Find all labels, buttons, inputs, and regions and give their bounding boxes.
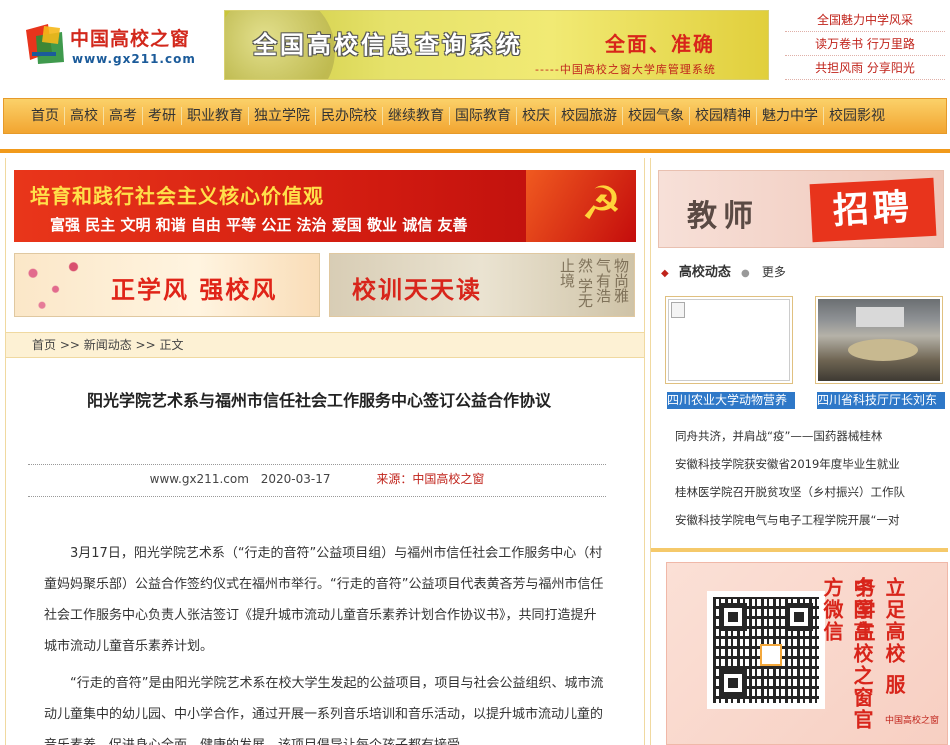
- site-logo[interactable]: 中国高校之窗 www.gx211.com: [22, 20, 207, 72]
- core-values-title: 培育和践行社会主义核心价值观: [30, 184, 324, 208]
- article-date: 2020-03-17: [260, 472, 331, 486]
- logo-mark-icon: [26, 24, 64, 64]
- nav-campus-weather[interactable]: 校园气象: [623, 107, 690, 125]
- top-link-read-travel[interactable]: 读万卷书 行万里路: [785, 32, 945, 56]
- nav-independent[interactable]: 独立学院: [249, 107, 316, 125]
- teacher-recruit-banner[interactable]: 教师 招聘: [658, 170, 944, 248]
- meeting-photo: [818, 299, 940, 381]
- title-divider: [28, 464, 606, 465]
- school-motto-title: 校训天天读: [352, 276, 482, 304]
- nav-universities[interactable]: 高校: [65, 107, 104, 125]
- nav-charm-middle[interactable]: 魅力中学: [757, 107, 824, 125]
- top-links: 全国魅力中学风采 读万卷书 行万里路 共担风雨 分享阳光: [785, 8, 945, 80]
- qr-finder: [719, 603, 747, 631]
- core-values-banner[interactable]: 培育和践行社会主义核心价值观 富强 民主 文明 和谐 自由 平等 公正 法治 爱…: [14, 170, 636, 242]
- banner-title: 全国高校信息查询系统: [253, 31, 523, 59]
- plum-blossom-graphic: [15, 254, 105, 316]
- study-style-banner[interactable]: 正学风 强校风: [14, 253, 320, 317]
- list-item[interactable]: 安徽科技学院获安徽省2019年度毕业生就业: [675, 450, 945, 478]
- study-style-title: 正学风 强校风: [111, 276, 278, 304]
- article-paragraph: “行走的音符”是由阳光学院艺术系在校大学生发起的公益项目，项目与社会公益组织、城…: [44, 676, 604, 745]
- breadcrumb[interactable]: 首页 >> 新闻动态 >> 正文: [6, 332, 644, 358]
- more-arrow-icon: ●: [741, 268, 750, 279]
- nav-vocational[interactable]: 职业教育: [182, 107, 249, 125]
- list-item[interactable]: 桂林医学院召开脱贫攻坚（乡村振兴）工作队: [675, 478, 945, 506]
- main-nav: 首页 高校 高考 考研 职业教育 独立学院 民办院校 继续教育 国际教育 校庆 …: [3, 98, 947, 134]
- broken-image: [668, 299, 790, 381]
- nav-campus-video[interactable]: 校园影视: [824, 107, 890, 125]
- nav-kaoyan[interactable]: 考研: [143, 107, 182, 125]
- divider-line: [0, 149, 950, 153]
- sidebar: 教师 招聘 ◆ 高校动态 ● 更多 四川农业大学动物营养 四川省科技厅厅长刘东 …: [650, 158, 948, 745]
- recruit-hiring-text: 招聘: [809, 177, 937, 243]
- qr-logo-icon: [760, 644, 782, 666]
- logo-url: www.gx211.com: [72, 52, 196, 66]
- section-header-dynamics: ◆ 高校动态 ● 更多: [661, 261, 941, 285]
- meta-divider: [28, 496, 606, 497]
- article-meta: www.gx211.com 2020-03-17 来源：中国高校之窗: [28, 470, 606, 487]
- nav-campus-travel[interactable]: 校园旅游: [556, 107, 623, 125]
- thumbnail-caption[interactable]: 四川农业大学动物营养: [667, 392, 795, 409]
- main-column: 培育和践行社会主义核心价值观 富强 民主 文明 和谐 自由 平等 公正 法治 爱…: [5, 158, 645, 745]
- nav-campus-spirit[interactable]: 校园精神: [690, 107, 757, 125]
- article-source: 来源：中国高校之窗: [376, 472, 485, 486]
- nav-private[interactable]: 民办院校: [316, 107, 383, 125]
- logo-title: 中国高校之窗: [70, 28, 191, 50]
- qr-footer-logo: 中国高校之窗: [885, 716, 940, 726]
- core-values-list: 富强 民主 文明 和谐 自由 平等 公正 法治 爱国 敬业 诚信 友善: [50, 216, 468, 234]
- nav-continuing[interactable]: 继续教育: [383, 107, 450, 125]
- table-graphic: [848, 339, 918, 361]
- news-thumbnail[interactable]: [665, 296, 793, 384]
- screen-graphic: [856, 307, 904, 327]
- triangle-icon: ◆: [661, 268, 669, 279]
- school-motto-banner[interactable]: 校训天天读 物尚雅 气有浩然 学无止境: [329, 253, 635, 317]
- banner-subtitle: -----中国高校之窗大学库管理系统: [535, 63, 716, 76]
- qr-pattern: [713, 597, 819, 703]
- calligraphy-text: 物尚雅 气有浩然 学无止境: [558, 258, 630, 308]
- thumbnail-caption[interactable]: 四川省科技厅厅长刘东: [817, 392, 945, 409]
- top-link-charm-school[interactable]: 全国魅力中学风采: [785, 8, 945, 32]
- qr-finder: [719, 669, 747, 697]
- recruit-teacher-text: 教师: [687, 199, 759, 234]
- qr-code: [707, 591, 825, 709]
- broken-image-icon: [671, 302, 685, 318]
- nav-gaokao[interactable]: 高考: [104, 107, 143, 125]
- more-link[interactable]: 更多: [762, 265, 786, 279]
- wechat-qr-banner[interactable]: 中国高校之窗官方微信 立足高校 服务学生 中国高校之窗: [666, 562, 948, 745]
- qr-finder: [785, 603, 813, 631]
- banner-slogan: 全面、准确: [605, 32, 715, 56]
- list-item[interactable]: 同舟共济，并肩战“疫”——国药器械桂林: [675, 422, 945, 450]
- site-header: 中国高校之窗 www.gx211.com 全国高校信息查询系统 全面、准确 --…: [0, 0, 950, 95]
- qr-vertical-slogan: 立足高校 服务学生: [852, 577, 906, 696]
- article-paragraph: 3月17日，阳光学院艺术系（“行走的音符”公益项目组）与福州市信任社会工作服务中…: [44, 546, 604, 654]
- list-item[interactable]: 安徽科技学院电气与电子工程学院开展“一对: [675, 506, 945, 534]
- article-site: www.gx211.com: [149, 472, 249, 486]
- top-link-share-sunshine[interactable]: 共担风雨 分享阳光: [785, 56, 945, 80]
- article-title: 阳光学院艺术系与福州市信任社会工作服务中心签订公益合作协议: [86, 391, 551, 410]
- hammer-sickle-icon: ☭: [580, 176, 622, 230]
- sidebar-divider: [651, 548, 948, 552]
- article-body: 3月17日，阳光学院艺术系（“行走的音符”公益项目组）与福州市信任社会工作服务中…: [44, 538, 606, 745]
- nav-international[interactable]: 国际教育: [450, 107, 517, 125]
- section-title: 高校动态: [678, 265, 731, 280]
- nav-home[interactable]: 首页: [26, 107, 65, 125]
- news-thumbnail[interactable]: [815, 296, 943, 384]
- news-list: 同舟共济，并肩战“疫”——国药器械桂林 安徽科技学院获安徽省2019年度毕业生就…: [675, 422, 945, 534]
- query-system-banner[interactable]: 全国高校信息查询系统 全面、准确 -----中国高校之窗大学库管理系统: [224, 10, 769, 80]
- nav-anniversary[interactable]: 校庆: [517, 107, 556, 125]
